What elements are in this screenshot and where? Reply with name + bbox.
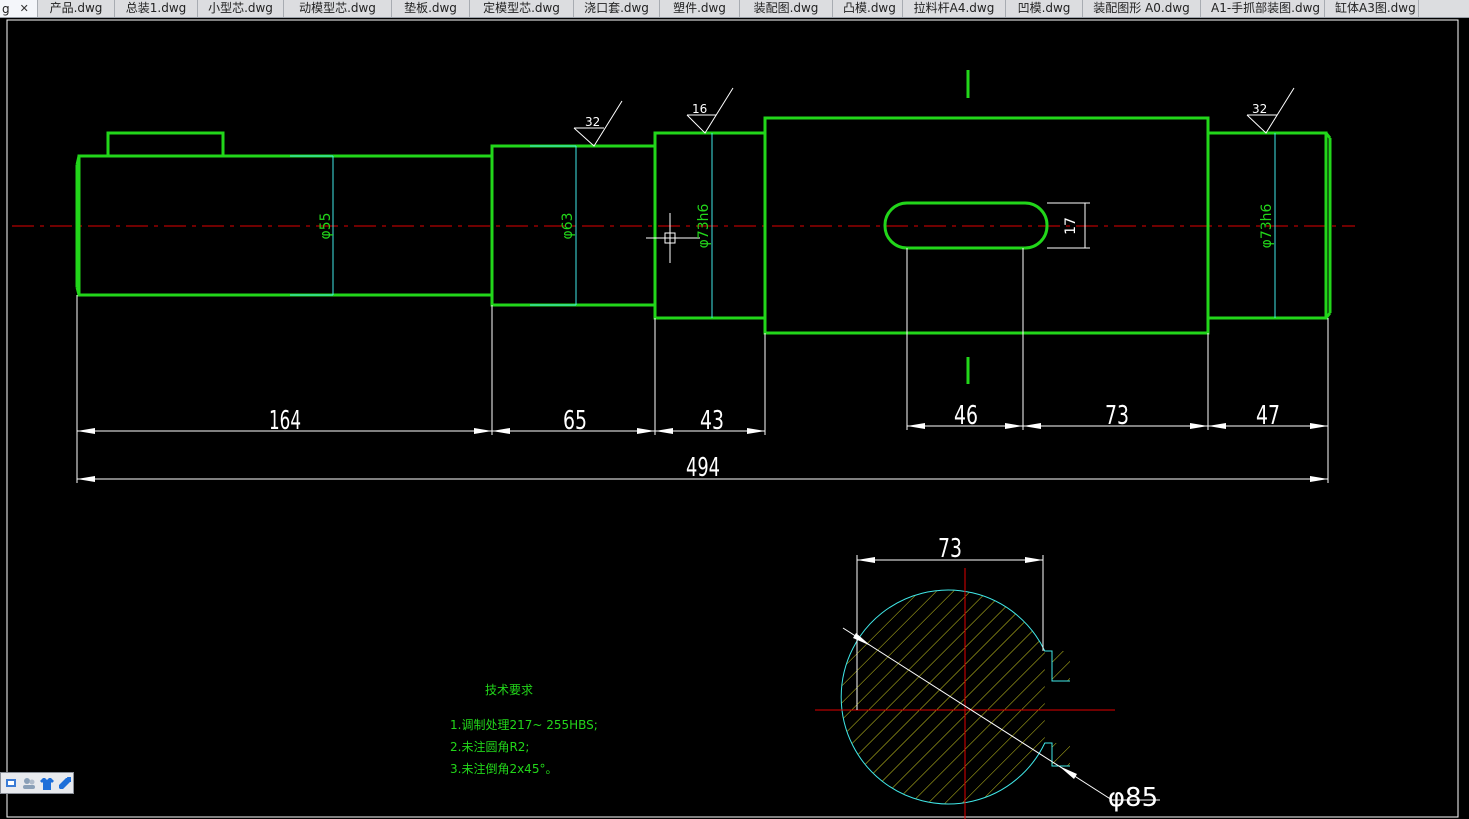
layers-icon[interactable]	[3, 776, 18, 791]
tab-label: 小型芯.dwg	[208, 1, 273, 15]
close-icon[interactable]: ✕	[20, 1, 29, 17]
tab-12[interactable]: 凹模.dwg	[1006, 0, 1083, 17]
tab-10[interactable]: 凸模.dwg	[833, 0, 903, 17]
tech-req-item-1: 1.调制处理217~ 255HBS;	[450, 718, 598, 732]
document-tab-bar: g ✕ 产品.dwg 总装1.dwg 小型芯.dwg 动模型芯.dwg 垫板.dwg 定模型芯…	[0, 0, 1469, 18]
tab-label: g	[2, 1, 10, 16]
dim-label-43: 43	[700, 406, 724, 436]
tab-label: 凸模.dwg	[843, 1, 896, 15]
tab-13[interactable]: 装配图形 A0.dwg	[1083, 0, 1201, 17]
tab-label: 装配图形 A0.dwg	[1093, 1, 1190, 15]
tab-label: 拉料杆A4.dwg	[913, 1, 995, 15]
diameter-label-55: φ55	[318, 212, 334, 239]
tab-14[interactable]: A1-手抓部装图.dwg	[1201, 0, 1325, 17]
tab-label: 产品.dwg	[49, 1, 103, 15]
dim-label-164: 164	[269, 406, 301, 436]
section-hatch	[841, 590, 1070, 804]
tab-1[interactable]: 产品.dwg	[38, 0, 115, 17]
diameter-label-73-right: φ73h6	[1259, 203, 1275, 248]
cad-drawing: φ55 φ63 φ73h6 φ73h6 17 32 16 32 164 65 4…	[6, 19, 1459, 819]
viewport-frame	[6, 19, 1459, 818]
tab-2[interactable]: 总装1.dwg	[115, 0, 198, 17]
dim-label-65: 65	[563, 406, 587, 436]
tab-label: 垫板.dwg	[404, 1, 457, 15]
section-width-label: 73	[938, 534, 962, 564]
roughness-label-2: 16	[692, 102, 707, 116]
tab-5[interactable]: 垫板.dwg	[392, 0, 470, 17]
extension-lines	[76, 248, 1329, 483]
tab-label: 动模型芯.dwg	[299, 1, 376, 15]
section-diameter-label: φ85	[1108, 783, 1158, 813]
tab-label: 总装1.dwg	[125, 1, 187, 15]
section-view: 73 φ85	[815, 534, 1160, 819]
tab-11[interactable]: 拉料杆A4.dwg	[903, 0, 1006, 17]
roughness-label-3: 32	[1252, 102, 1267, 116]
tech-req-item-3: 3.未注倒角2x45°。	[450, 761, 557, 776]
tech-req-item-2: 2.未注圆角R2;	[450, 739, 529, 754]
diameter-label-63: φ63	[560, 212, 576, 239]
tab-label: 装配图.dwg	[753, 1, 819, 15]
dim-label-494: 494	[686, 453, 720, 483]
mini-toolbar	[0, 772, 74, 794]
tab-7[interactable]: 浇口套.dwg	[574, 0, 660, 17]
users-icon[interactable]	[21, 776, 36, 791]
dim-label-47: 47	[1256, 401, 1280, 431]
tab-label: 浇口套.dwg	[584, 1, 649, 15]
shirt-icon[interactable]	[39, 776, 54, 791]
tab-label: 塑件.dwg	[673, 1, 726, 15]
key-top	[106, 131, 225, 158]
tab-3[interactable]: 小型芯.dwg	[198, 0, 284, 17]
tab-label: A1-手抓部装图.dwg	[1211, 1, 1321, 15]
tech-req-title: 技术要求	[485, 683, 533, 697]
diameter-label-73-left: φ73h6	[696, 203, 712, 248]
tab-0[interactable]: g ✕	[0, 0, 38, 17]
tab-9[interactable]: 装配图.dwg	[740, 0, 833, 17]
keyway-depth-label: 17	[1063, 217, 1079, 235]
dim-label-73: 73	[1105, 401, 1129, 431]
dim-label-46: 46	[954, 401, 978, 431]
tab-8[interactable]: 塑件.dwg	[660, 0, 740, 17]
wrench-icon[interactable]	[57, 776, 72, 791]
tab-label: 凹模.dwg	[1017, 1, 1071, 15]
tab-15[interactable]: 缸体A3图.dwg	[1325, 0, 1419, 17]
tab-label: 缸体A3图.dwg	[1335, 1, 1416, 15]
roughness-label-1: 32	[585, 115, 600, 129]
tab-4[interactable]: 动模型芯.dwg	[284, 0, 392, 17]
tech-requirements: 技术要求 1.调制处理217~ 255HBS; 2.未注圆角R2; 3.未注倒角…	[450, 683, 598, 776]
tab-6[interactable]: 定模型芯.dwg	[470, 0, 574, 17]
drawing-canvas[interactable]: φ55 φ63 φ73h6 φ73h6 17 32 16 32 164 65 4…	[0, 18, 1469, 819]
tab-label: 定模型芯.dwg	[483, 1, 560, 15]
dimension-labels: 164 65 43 46 73 47 494	[269, 401, 1280, 483]
